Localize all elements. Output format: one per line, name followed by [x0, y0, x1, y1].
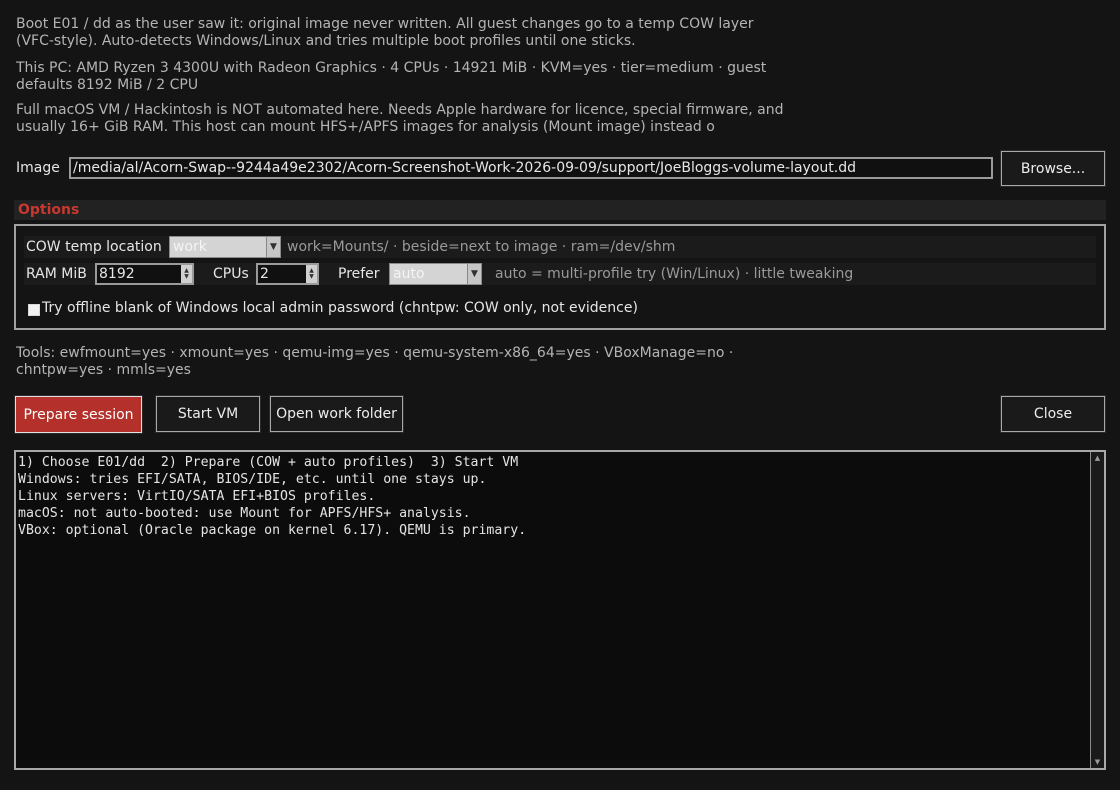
spin-arrows-icon[interactable]: ▲ ▼ — [181, 265, 192, 283]
macos-note-line-2: usually 16+ GiB RAM. This host can mount… — [16, 119, 715, 135]
chntpw-checkbox[interactable] — [28, 304, 40, 316]
log-text: 1) Choose E01/dd 2) Prepare (COW + auto … — [18, 455, 527, 538]
spin-arrows-icon[interactable]: ▲ ▼ — [306, 265, 317, 283]
prefer-select[interactable]: auto ▼ — [389, 263, 482, 285]
close-button[interactable]: Close — [1000, 395, 1106, 433]
ram-spinbox[interactable]: 8192 ▲ ▼ — [95, 263, 194, 285]
scroll-down-icon[interactable]: ▼ — [1091, 756, 1104, 768]
image-label: Image — [16, 160, 60, 176]
host-info-line-1: This PC: AMD Ryzen 3 4300U with Radeon G… — [16, 60, 767, 76]
open-work-folder-button[interactable]: Open work folder — [269, 395, 404, 433]
cow-location-value: work — [173, 239, 207, 255]
cpus-label: CPUs — [213, 266, 249, 282]
ram-value: 8192 — [99, 266, 135, 282]
tools-line-2: chntpw=yes · mmls=yes — [16, 362, 191, 378]
intro-line-1: Boot E01 / dd as the user saw it: origin… — [16, 16, 754, 32]
cpus-value: 2 — [260, 266, 269, 282]
chntpw-label[interactable]: Try offline blank of Windows local admin… — [42, 300, 638, 316]
prepare-session-button[interactable]: Prepare session — [14, 395, 143, 434]
tools-line-1: Tools: ewfmount=yes · xmount=yes · qemu-… — [16, 345, 734, 361]
options-panel: COW temp location work ▼ work=Mounts/ · … — [14, 224, 1106, 330]
ram-label: RAM MiB — [26, 266, 87, 282]
options-header: Options — [14, 200, 1106, 220]
cow-location-select[interactable]: work ▼ — [169, 236, 281, 258]
cow-location-hint: work=Mounts/ · beside=next to image · ra… — [287, 239, 676, 255]
prefer-label: Prefer — [338, 266, 380, 282]
macos-note-line-1: Full macOS VM / Hackintosh is NOT automa… — [16, 102, 784, 118]
scroll-up-icon[interactable]: ▲ — [1091, 452, 1104, 464]
host-info-line-2: defaults 8192 MiB / 2 CPU — [16, 77, 199, 93]
vertical-scrollbar[interactable]: ▲ ▼ — [1090, 452, 1104, 768]
start-vm-button[interactable]: Start VM — [155, 395, 261, 433]
prefer-value: auto — [393, 266, 425, 282]
chevron-down-icon: ▼ — [467, 264, 481, 284]
intro-line-2: (VFC-style). Auto-detects Windows/Linux … — [16, 33, 636, 49]
cpus-spinbox[interactable]: 2 ▲ ▼ — [256, 263, 319, 285]
log-console[interactable]: 1) Choose E01/dd 2) Prepare (COW + auto … — [14, 450, 1106, 770]
image-path-input[interactable]: /media/al/Acorn-Swap--9244a49e2302/Acorn… — [69, 157, 993, 179]
browse-button[interactable]: Browse... — [1000, 150, 1106, 187]
chevron-down-icon: ▼ — [266, 237, 280, 257]
cow-location-label: COW temp location — [26, 239, 162, 255]
prefer-hint: auto = multi-profile try (Win/Linux) · l… — [495, 266, 854, 282]
